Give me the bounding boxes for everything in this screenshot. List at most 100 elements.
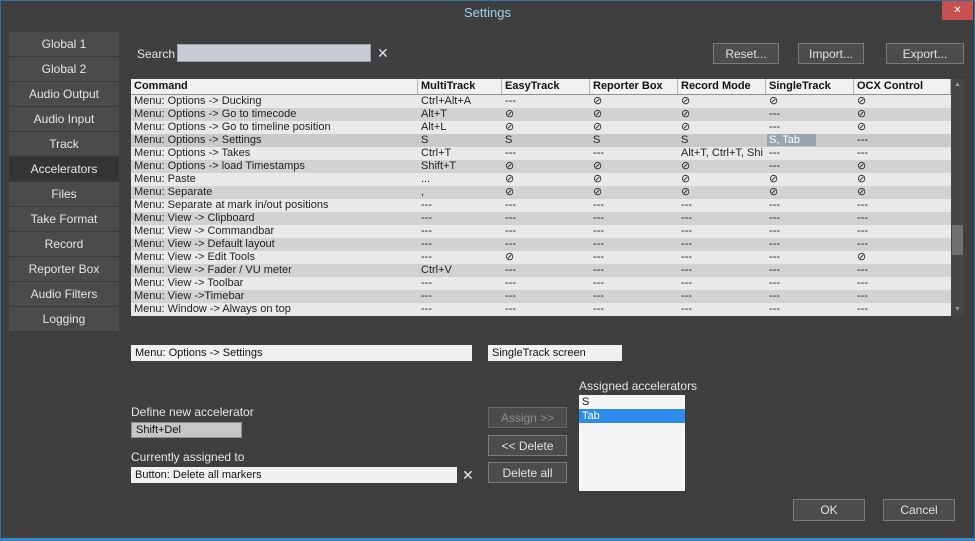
table-cell[interactable]: Menu: View -> Fader / VU meter <box>131 264 418 277</box>
column-header[interactable]: Record Mode <box>678 79 766 95</box>
column-header[interactable]: EasyTrack <box>502 79 590 95</box>
table-cell[interactable]: --- <box>418 199 502 212</box>
table-cell[interactable]: ⊘ <box>678 160 766 173</box>
table-cell[interactable]: Menu: View -> Default layout <box>131 238 418 251</box>
delete-all-button[interactable]: Delete all <box>488 462 567 483</box>
table-cell[interactable]: --- <box>766 225 854 238</box>
table-cell[interactable]: Menu: View -> Commandbar <box>131 225 418 238</box>
table-cell[interactable]: --- <box>590 251 678 264</box>
table-cell[interactable]: ⊘ <box>678 95 766 108</box>
assign-button[interactable]: Assign >> <box>488 407 567 428</box>
table-cell[interactable]: --- <box>678 303 766 316</box>
ok-button[interactable]: OK <box>793 499 865 521</box>
column-header[interactable]: Command <box>131 79 418 95</box>
table-cell[interactable]: ⊘ <box>590 173 678 186</box>
table-cell[interactable]: --- <box>502 225 590 238</box>
table-scrollbar[interactable]: ▲ ▼ <box>951 79 964 316</box>
table-cell[interactable]: --- <box>854 147 951 160</box>
table-cell[interactable]: ⊘ <box>854 121 951 134</box>
table-cell[interactable]: ⊘ <box>590 160 678 173</box>
table-cell[interactable]: --- <box>418 238 502 251</box>
table-cell[interactable]: --- <box>854 303 951 316</box>
table-row[interactable]: Menu: Options -> SettingsSSSSS, Tab--- <box>131 134 951 147</box>
table-cell[interactable]: Menu: Separate at mark in/out positions <box>131 199 418 212</box>
sidebar-item-global-1[interactable]: Global 1 <box>9 32 119 57</box>
table-cell[interactable]: ⊘ <box>854 251 951 264</box>
column-header[interactable]: SingleTrack <box>766 79 854 95</box>
table-row[interactable]: Menu: Separate at mark in/out positions-… <box>131 199 951 212</box>
table-cell[interactable]: Menu: View -> Toolbar <box>131 277 418 290</box>
sidebar-item-track[interactable]: Track <box>9 132 119 157</box>
cancel-button[interactable]: Cancel <box>883 499 955 521</box>
accelerator-item[interactable]: Tab <box>579 409 685 423</box>
table-cell[interactable]: --- <box>590 147 678 160</box>
table-row[interactable]: Menu: View ->Timebar------------------ <box>131 290 951 303</box>
table-cell[interactable]: ⊘ <box>854 108 951 121</box>
table-cell[interactable]: ⊘ <box>854 173 951 186</box>
table-cell[interactable]: --- <box>502 95 590 108</box>
table-cell[interactable]: --- <box>854 238 951 251</box>
table-cell[interactable]: --- <box>418 251 502 264</box>
table-cell[interactable]: ⊘ <box>502 251 590 264</box>
sidebar-item-global-2[interactable]: Global 2 <box>9 57 119 82</box>
table-row[interactable]: Menu: Options -> Go to timeline position… <box>131 121 951 134</box>
table-cell[interactable]: --- <box>766 199 854 212</box>
table-cell[interactable]: --- <box>854 277 951 290</box>
table-cell[interactable]: --- <box>590 212 678 225</box>
accelerator-item[interactable]: S <box>579 395 685 409</box>
assigned-accelerators-list[interactable]: STab <box>579 395 685 491</box>
table-cell[interactable]: --- <box>766 147 854 160</box>
sidebar-item-audio-input[interactable]: Audio Input <box>9 107 119 132</box>
table-cell[interactable]: --- <box>766 277 854 290</box>
table-cell[interactable]: --- <box>854 212 951 225</box>
table-cell[interactable]: Menu: Separate <box>131 186 418 199</box>
scrollbar-thumb[interactable] <box>952 225 963 255</box>
close-button[interactable]: ✕ <box>942 1 973 20</box>
table-cell[interactable]: Menu: View -> Edit Tools <box>131 251 418 264</box>
sidebar-item-audio-output[interactable]: Audio Output <box>9 82 119 107</box>
table-cell[interactable]: --- <box>678 238 766 251</box>
table-cell[interactable]: --- <box>854 225 951 238</box>
sidebar-item-record[interactable]: Record <box>9 232 119 257</box>
table-cell[interactable]: --- <box>678 251 766 264</box>
table-cell[interactable]: ⊘ <box>678 121 766 134</box>
table-cell[interactable]: --- <box>678 212 766 225</box>
table-cell[interactable]: Menu: Options -> Takes <box>131 147 418 160</box>
table-cell[interactable]: ... <box>418 173 502 186</box>
table-cell[interactable]: ⊘ <box>502 121 590 134</box>
table-row[interactable]: Menu: Options -> DuckingCtrl+Alt+A---⊘⊘⊘… <box>131 95 951 108</box>
table-cell[interactable]: --- <box>766 160 854 173</box>
table-cell[interactable]: --- <box>502 277 590 290</box>
table-cell[interactable]: --- <box>766 264 854 277</box>
table-cell[interactable]: --- <box>766 121 854 134</box>
table-row[interactable]: Menu: View -> Clipboard-----------------… <box>131 212 951 225</box>
table-cell[interactable]: --- <box>418 212 502 225</box>
table-cell[interactable]: --- <box>502 303 590 316</box>
table-cell[interactable]: --- <box>418 303 502 316</box>
table-cell[interactable]: --- <box>678 277 766 290</box>
table-cell[interactable]: --- <box>854 290 951 303</box>
table-cell[interactable]: --- <box>418 225 502 238</box>
table-cell[interactable]: S <box>678 134 766 147</box>
table-cell[interactable]: Menu: Window -> Always on top <box>131 303 418 316</box>
sidebar-item-audio-filters[interactable]: Audio Filters <box>9 282 119 307</box>
table-cell[interactable]: ⊘ <box>854 160 951 173</box>
table-cell[interactable]: Alt+T <box>418 108 502 121</box>
table-row[interactable]: Menu: View -> Fader / VU meterCtrl+V----… <box>131 264 951 277</box>
sidebar-item-files[interactable]: Files <box>9 182 119 207</box>
table-cell[interactable]: --- <box>590 264 678 277</box>
table-cell[interactable]: --- <box>502 212 590 225</box>
table-cell[interactable]: ⊘ <box>502 173 590 186</box>
table-cell[interactable]: --- <box>590 238 678 251</box>
table-cell[interactable]: Shift+T <box>418 160 502 173</box>
table-cell[interactable]: --- <box>502 147 590 160</box>
table-cell[interactable]: --- <box>590 303 678 316</box>
table-row[interactable]: Menu: Options -> Go to timecodeAlt+T⊘⊘⊘-… <box>131 108 951 121</box>
table-cell[interactable]: S <box>418 134 502 147</box>
table-cell[interactable]: S <box>502 134 590 147</box>
table-cell[interactable]: S, Tab <box>766 134 854 147</box>
table-cell[interactable]: ⊘ <box>854 95 951 108</box>
table-cell[interactable]: Menu: Options -> Ducking <box>131 95 418 108</box>
table-cell[interactable]: ⊘ <box>590 186 678 199</box>
table-cell[interactable]: Menu: View -> Clipboard <box>131 212 418 225</box>
